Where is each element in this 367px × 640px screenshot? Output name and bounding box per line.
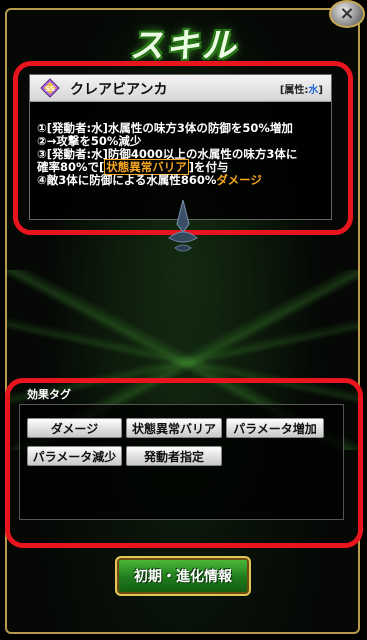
close-button[interactable]: × bbox=[329, 0, 365, 28]
screen-title: スキル bbox=[129, 26, 238, 66]
close-icon: × bbox=[339, 3, 355, 24]
annotation-ring-tags bbox=[5, 378, 363, 548]
initial-evolution-info-button[interactable]: 初期・進化情報 bbox=[115, 556, 251, 596]
blue-emblem-icon bbox=[168, 199, 198, 252]
